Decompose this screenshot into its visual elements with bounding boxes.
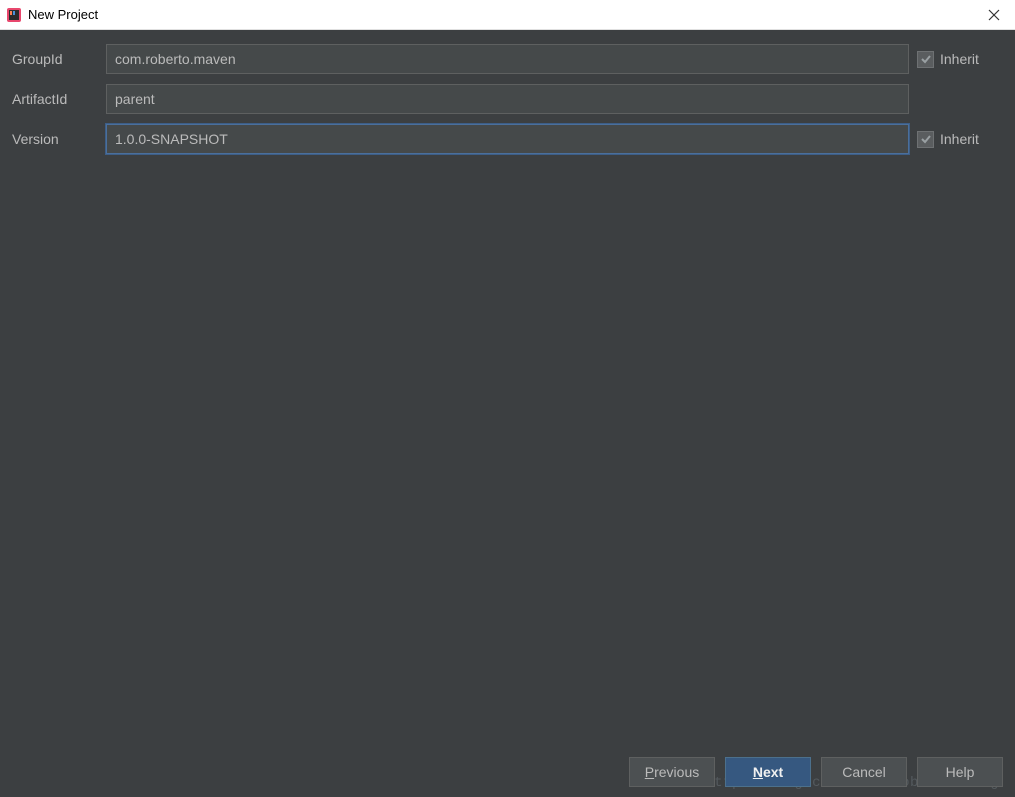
artifactid-input[interactable]: [106, 84, 909, 114]
close-icon[interactable]: [979, 0, 1009, 30]
groupid-inherit-label: Inherit: [940, 51, 979, 67]
button-bar: Previous Next Cancel Help: [629, 757, 1003, 787]
help-button[interactable]: Help: [917, 757, 1003, 787]
artifactid-label: ArtifactId: [12, 91, 98, 107]
app-icon: [6, 7, 22, 23]
version-label: Version: [12, 131, 98, 147]
title-bar: New Project: [0, 0, 1015, 30]
version-input[interactable]: [106, 124, 909, 154]
next-button[interactable]: Next: [725, 757, 811, 787]
version-inherit: Inherit: [917, 131, 1003, 148]
groupid-inherit: Inherit: [917, 51, 1003, 68]
groupid-input[interactable]: [106, 44, 909, 74]
window-title: New Project: [28, 7, 979, 22]
previous-button[interactable]: Previous: [629, 757, 715, 787]
cancel-button[interactable]: Cancel: [821, 757, 907, 787]
groupid-label: GroupId: [12, 51, 98, 67]
dialog-body: GroupId Inherit ArtifactId Version Inher…: [0, 30, 1015, 797]
version-inherit-label: Inherit: [940, 131, 979, 147]
version-inherit-checkbox[interactable]: [917, 131, 934, 148]
groupid-inherit-checkbox[interactable]: [917, 51, 934, 68]
form-area: GroupId Inherit ArtifactId Version Inher…: [0, 30, 1015, 154]
